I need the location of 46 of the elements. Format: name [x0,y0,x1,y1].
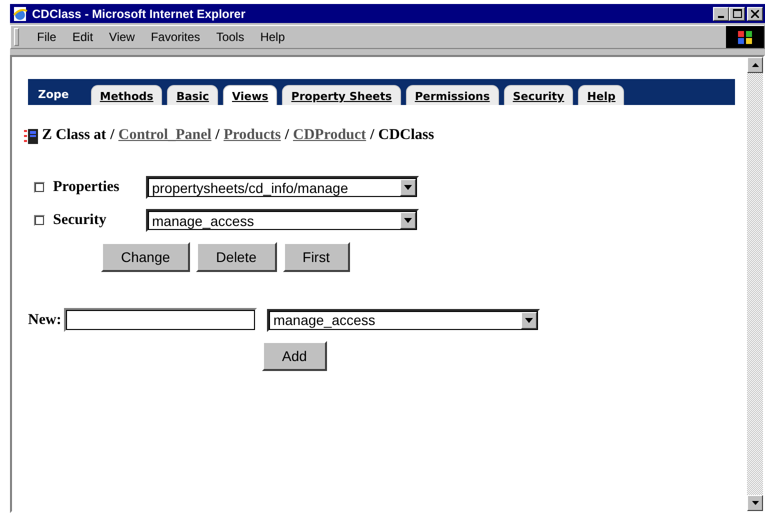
path-separator: / [370,127,374,144]
path-separator: / [110,127,114,144]
tab[interactable]: Help [578,85,624,105]
new-label: New: [28,312,62,328]
menu-item[interactable]: File [31,30,66,44]
add-button[interactable]: Add [262,341,327,371]
scroll-down-icon[interactable] [747,495,763,511]
browser-icon [12,6,28,22]
breadcrumb-link[interactable]: Control_Panel [118,127,212,144]
path-separator: / [284,127,289,144]
windows-logo-icon [737,29,753,45]
view-label: Properties [53,179,120,196]
scroll-up-icon[interactable] [747,57,763,73]
checkbox[interactable] [34,182,45,193]
menu-item[interactable]: Tools [210,30,254,44]
menu-item[interactable]: Favorites [144,30,210,44]
dropdown[interactable]: propertysheets/cd_info/manage [146,176,419,199]
maximize-icon[interactable] [729,6,745,20]
menu-item[interactable]: Help [254,30,295,44]
menu-item[interactable]: View [103,30,145,44]
checkbox[interactable] [34,215,45,226]
view-label: Security [53,212,108,229]
minimize-icon[interactable] [713,6,729,20]
scrollbar[interactable] [747,57,763,511]
dropdown[interactable]: manage_access [267,308,540,332]
tab[interactable]: Permissions [406,85,499,105]
menu-item[interactable]: Edit [66,30,104,44]
tab[interactable]: Basic [167,85,218,105]
tab[interactable]: Views [223,85,278,105]
breadcrumb-label: Z Class at [42,127,106,144]
path-separator: / [215,127,220,144]
action-button[interactable]: Delete [196,242,277,272]
breadcrumb-link[interactable]: CDProduct [293,127,366,144]
tab[interactable]: Security [504,85,574,105]
class-icon [24,128,38,144]
window-title: CDClass - Microsoft Internet Explorer [32,6,246,20]
action-button[interactable]: First [282,242,350,272]
breadcrumb-link[interactable]: Products [224,127,281,144]
input-field[interactable] [64,308,258,332]
tab[interactable]: Methods [90,85,162,105]
action-button[interactable]: Change [101,242,190,272]
brand-label: Zope [37,88,70,103]
breadcrumb-current: CDClass [378,127,434,144]
tab[interactable]: Property Sheets [282,85,401,105]
dropdown[interactable]: manage_access [146,209,419,232]
close-icon[interactable] [747,6,763,20]
